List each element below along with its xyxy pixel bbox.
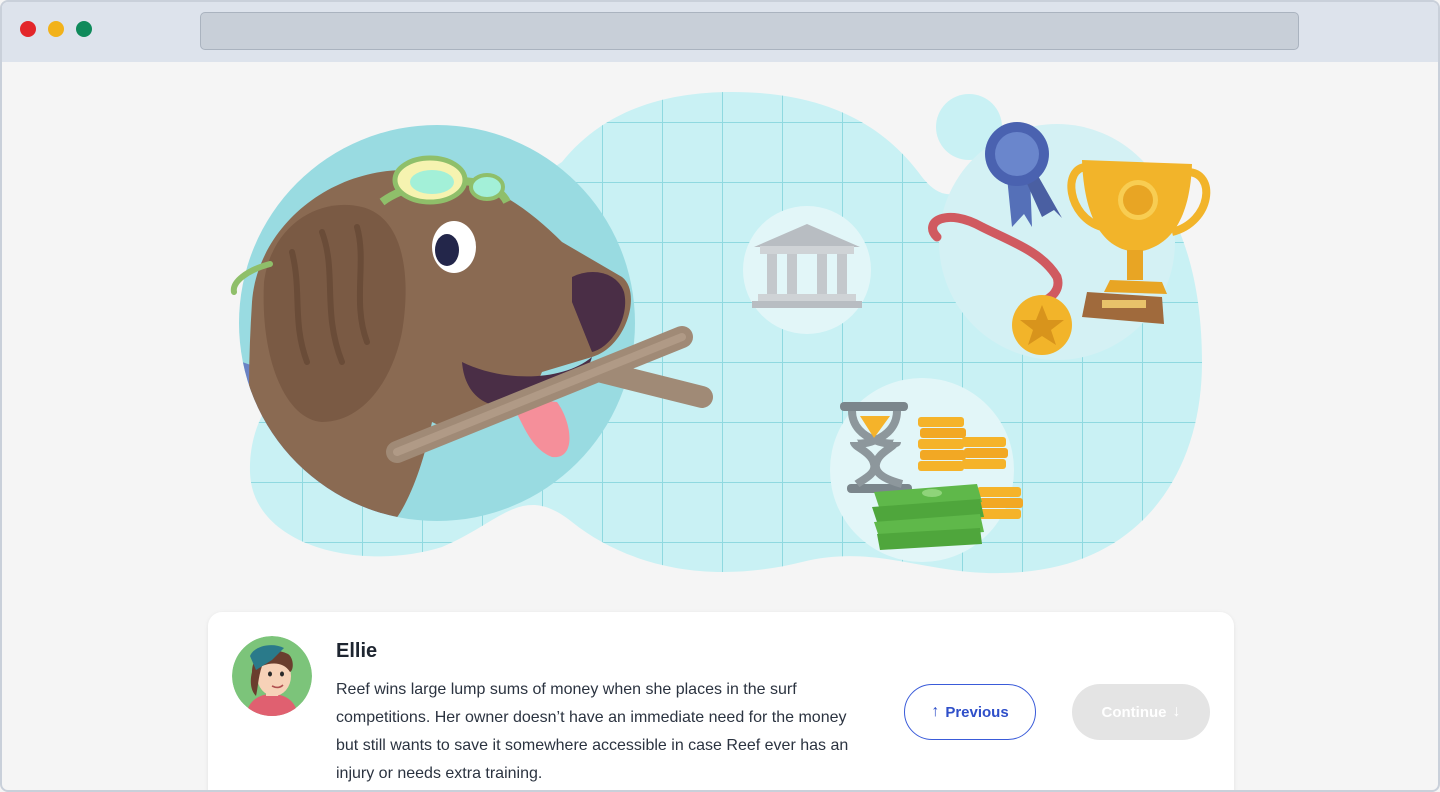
title-bar [2,2,1438,62]
bank-building-icon [743,206,871,334]
dialogue-card: Ellie Reef wins large lump sums of money… [208,612,1234,790]
illustration-scene [230,92,1211,574]
arrow-down-icon: ↓ [1172,703,1181,720]
speaker-name: Ellie [336,640,378,662]
maximize-window-button[interactable] [76,21,92,37]
continue-button-label: Continue [1101,703,1167,721]
dialogue-text: Reef wins large lump sums of money when … [336,681,849,782]
ellie-avatar [232,636,312,716]
browser-window: Ellie Reef wins large lump sums of money… [0,0,1440,792]
cash-stack-icon [872,484,984,550]
arrow-up-icon: ↑ [931,703,940,720]
previous-button[interactable]: ↑ Previous [904,684,1036,740]
previous-button-label: Previous [945,703,1009,721]
address-bar[interactable] [200,12,1299,50]
continue-button[interactable]: Continue ↓ [1072,684,1210,740]
close-window-button[interactable] [20,21,36,37]
minimize-window-button[interactable] [48,21,64,37]
